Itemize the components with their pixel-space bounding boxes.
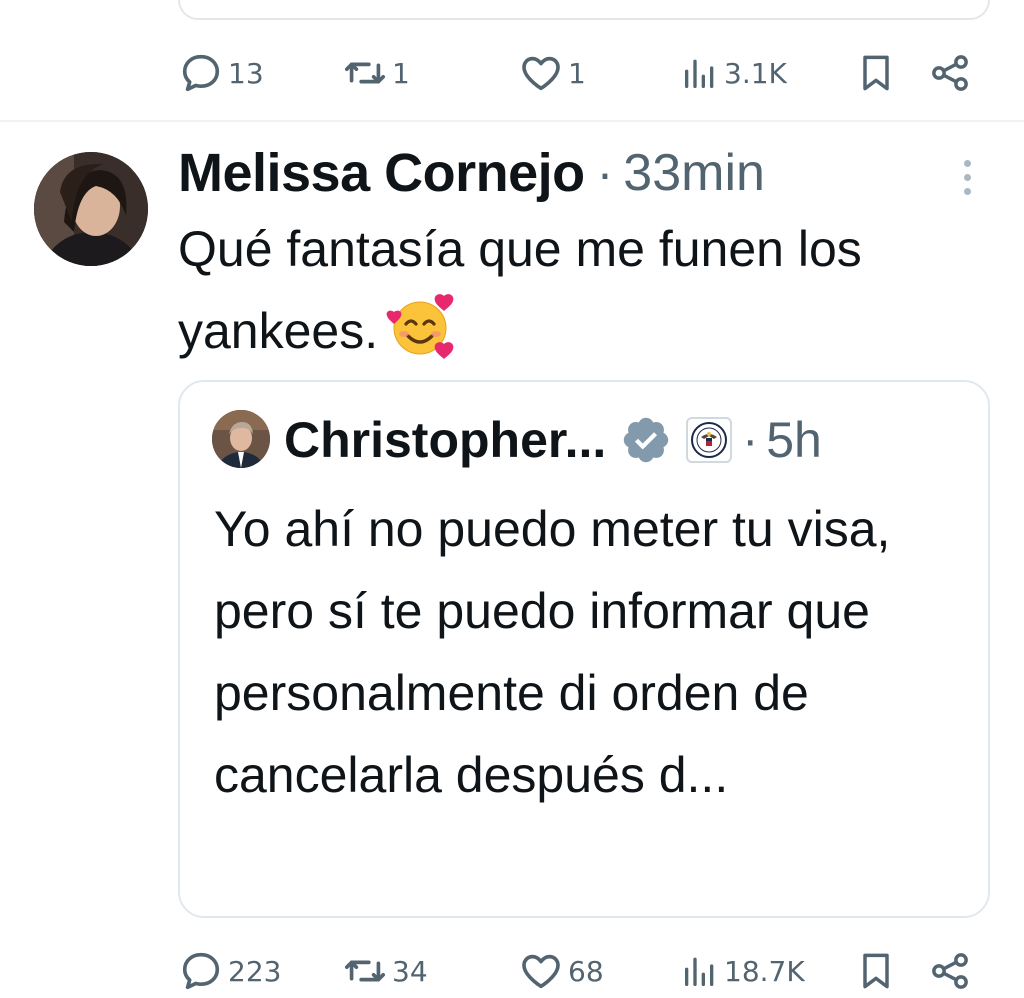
timestamp[interactable]: 33min [623,143,765,203]
avatar[interactable] [34,152,148,266]
reply-button[interactable]: 223 [178,946,281,996]
retweet-count: 1 [392,56,410,90]
reply-button[interactable]: 13 [178,48,264,98]
share-icon [932,55,968,91]
previous-tweet-action-bar: 13 1 1 3.1K [178,48,978,98]
reply-icon [182,54,220,92]
retweet-button[interactable]: 34 [342,946,428,996]
quoted-header: Christopher... · 5h [284,406,822,474]
bookmark-icon [863,55,889,91]
retweet-button[interactable]: 1 [342,48,410,98]
verified-badge-icon [624,417,669,463]
avatar-photo [34,152,148,266]
views-chart-icon [685,957,714,986]
more-options-button[interactable] [952,152,982,202]
government-seal-icon [686,417,733,463]
reply-count: 223 [228,954,282,988]
quoted-avatar-photo [212,410,270,468]
share-button[interactable] [928,48,972,98]
tweet-action-bar: 223 34 68 18.7K [178,946,978,996]
tweet-text-container: Qué fantasía que me funen los yankees. [178,208,978,386]
smiling-face-with-hearts-icon [386,290,458,386]
share-button[interactable] [928,946,972,996]
tweet-header: Melissa Cornejo · 33min [178,138,765,208]
quoted-header-separator: · [742,413,759,467]
heart-icon [522,954,560,989]
retweet-icon [344,62,386,84]
like-button[interactable]: 1 [518,48,586,98]
views-chart-icon [685,59,714,89]
like-count: 68 [568,954,604,988]
reply-count: 13 [228,56,264,90]
like-button[interactable]: 68 [518,946,604,996]
views-count: 3.1K [724,56,787,90]
like-count: 1 [568,56,586,90]
bookmark-icon [863,953,889,989]
bookmark-button[interactable] [854,946,898,996]
bookmark-button[interactable] [854,48,898,98]
reply-icon [182,952,220,990]
quoted-tweet-text: Yo ahí no puedo meter tu visa, pero sí t… [214,501,891,803]
quoted-tweet-card[interactable]: Christopher... · 5h Yo ahí no puedo mete… [178,380,990,918]
quoted-timestamp[interactable]: 5h [766,411,822,469]
share-icon [932,953,968,989]
timeline: 13 1 1 3.1K Melissa Cornejo · 33min Qué … [0,0,1024,998]
retweet-count: 34 [392,954,428,988]
tweet-text: Qué fantasía que me funen los yankees. [178,221,862,359]
views-button[interactable]: 3.1K [680,48,787,98]
views-button[interactable]: 18.7K [680,946,805,996]
author-name[interactable]: Melissa Cornejo [178,142,585,204]
tweet-divider [0,120,1024,122]
quoted-author-name[interactable]: Christopher... [284,411,606,469]
previous-quote-card[interactable] [178,0,990,20]
header-separator: · [596,145,614,201]
heart-icon [522,56,560,91]
more-dot [963,159,971,167]
retweet-icon [344,960,386,982]
more-dot [963,173,971,181]
more-dot [963,187,971,195]
views-count: 18.7K [724,954,805,988]
quoted-avatar[interactable] [212,410,270,468]
